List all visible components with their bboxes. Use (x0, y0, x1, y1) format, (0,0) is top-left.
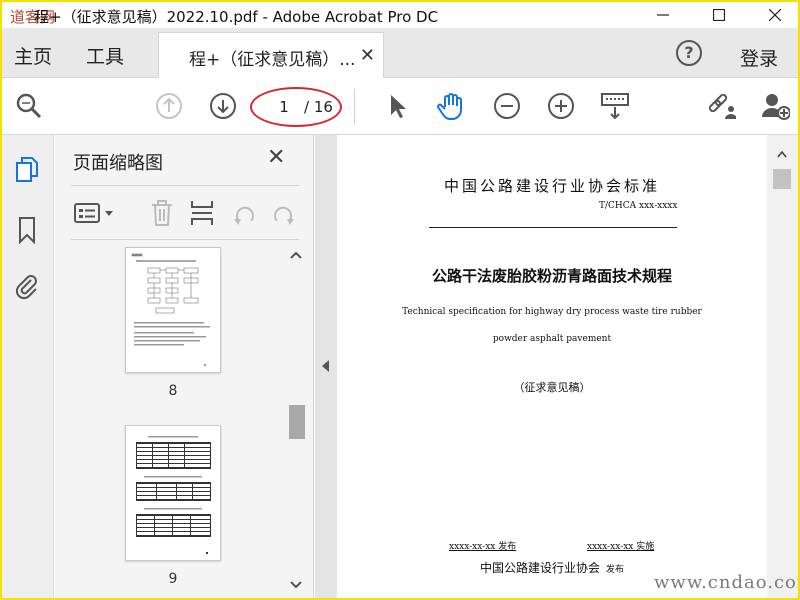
thumbnail-toolbar (71, 193, 299, 233)
maximize-icon (713, 9, 725, 21)
tab-document[interactable]: 程+（征求意见稿）... ✕ (158, 32, 384, 78)
link-user-icon (708, 93, 736, 119)
close-icon (769, 9, 781, 21)
select-tool-button[interactable] (382, 91, 412, 121)
hand-icon (437, 93, 462, 120)
login-button[interactable]: 登录 (740, 44, 778, 71)
panel-collapse-handle[interactable] (315, 135, 337, 598)
extract-pages-icon[interactable] (189, 199, 215, 227)
minimize-button[interactable] (640, 2, 686, 28)
toolbar: 1 / 16 (2, 79, 798, 135)
page-thumbnail[interactable] (125, 425, 221, 561)
close-tab-icon[interactable]: ✕ (360, 45, 375, 66)
tab-home[interactable]: 主页 (14, 42, 52, 69)
zoom-in-button[interactable] (546, 91, 576, 121)
header-rule (429, 227, 677, 228)
zoom-out-icon (494, 93, 520, 119)
scroll-up-icon[interactable] (289, 249, 303, 263)
arrow-up-circle-icon (156, 93, 182, 119)
panel-title: 页面缩略图 (73, 153, 163, 174)
thumbnails-panel: 页面缩略图 ✕ 8 9 (55, 135, 314, 598)
english-title-line2: powder asphalt pavement (492, 334, 612, 344)
keyboard-down-icon (601, 93, 629, 120)
english-title-line1: Technical specification for highway dry … (402, 307, 702, 317)
scrollbar-thumb[interactable] (773, 169, 791, 189)
add-user-icon (762, 94, 790, 120)
keyboard-tool-button[interactable] (600, 91, 630, 121)
attachments-button[interactable] (14, 271, 40, 301)
implement-date: xxxx-xx-xx 实施 (587, 542, 655, 552)
watermark: www.cndao.com (654, 572, 798, 593)
bookmark-icon (19, 217, 35, 244)
scroll-up-icon[interactable] (776, 149, 788, 162)
publish-date: xxxx-xx-xx 发布 (449, 542, 517, 552)
delete-icon[interactable] (149, 199, 175, 227)
page-thumbnails-button[interactable] (14, 155, 40, 185)
close-window-button[interactable] (752, 2, 798, 28)
document-view: 中国公路建设行业协会标准 T/CHCA xxx-xxxx 公路干法废胎胶粉沥青路… (337, 135, 798, 598)
panel-divider (71, 185, 299, 186)
tab-tools[interactable]: 工具 (86, 42, 124, 69)
next-page-button[interactable] (208, 91, 238, 121)
cursor-arrow-icon (391, 95, 406, 118)
hand-tool-button[interactable] (436, 91, 466, 121)
close-panel-icon[interactable]: ✕ (267, 145, 285, 170)
help-icon[interactable]: ? (676, 40, 702, 66)
scroll-down-icon[interactable] (289, 579, 303, 593)
thumbnail-scrollbar[interactable] (287, 245, 305, 595)
thumbnail-page-label: 8 (168, 383, 178, 399)
document-code: T/CHCA xxx-xxxx (599, 201, 678, 211)
pages-icon (16, 157, 38, 182)
maximize-button[interactable] (696, 2, 742, 28)
toolbar-divider (354, 89, 355, 125)
total-pages-label: / 16 (304, 98, 333, 116)
issuer-name: 中国公路建设行业协会 (479, 561, 600, 575)
document-tab-label: 程+（征求意见稿）... (189, 50, 356, 70)
collapse-arrow-icon[interactable] (321, 359, 331, 376)
thumbnail-page-label: 9 (168, 571, 178, 587)
rotate-left-icon[interactable] (231, 201, 259, 227)
thumbnail-list: 8 9 (55, 241, 314, 598)
search-button[interactable] (14, 91, 44, 121)
current-page-input[interactable]: 1 (264, 95, 304, 119)
document-scrollbar[interactable] (767, 135, 798, 598)
menu-bar: 主页 工具 程+（征求意见稿）... ✕ ? 登录 (2, 28, 798, 78)
minimize-icon (657, 14, 669, 16)
title-bar: 道客网 程+（征求意见稿）2022.10.pdf - Adobe Acrobat… (2, 2, 798, 28)
draft-label: （征求意见稿） (513, 381, 591, 394)
arrow-down-circle-icon (210, 93, 236, 119)
zoom-in-icon (548, 93, 574, 119)
paperclip-icon (15, 275, 37, 300)
document-page: 中国公路建设行业协会标准 T/CHCA xxx-xxxx 公路干法废胎胶粉沥青路… (337, 135, 767, 598)
rotate-right-icon[interactable] (269, 201, 297, 227)
thumbnail-table-preview (136, 436, 211, 554)
panel-divider (71, 239, 299, 240)
add-user-button[interactable] (760, 91, 790, 121)
page-thumbnail[interactable] (125, 247, 221, 373)
options-menu-icon[interactable] (73, 201, 117, 227)
thumbnail-flowchart-preview (131, 253, 210, 366)
search-icon (16, 93, 42, 119)
document-title: 公路干法废胎胶粉沥青路面技术规程 (431, 267, 672, 285)
bookmarks-button[interactable] (14, 215, 40, 245)
share-link-button[interactable] (706, 91, 736, 121)
issuer-suffix: 发布 (606, 565, 625, 575)
document-org: 中国公路建设行业协会标准 (443, 177, 660, 195)
window-title: 程+（征求意见稿）2022.10.pdf - Adobe Acrobat Pro… (34, 8, 439, 26)
navigation-rail (2, 135, 54, 598)
acrobat-window: 道客网 程+（征求意见稿）2022.10.pdf - Adobe Acrobat… (2, 2, 798, 598)
previous-page-button[interactable] (154, 91, 184, 121)
scrollbar-thumb[interactable] (289, 405, 305, 439)
zoom-out-button[interactable] (492, 91, 522, 121)
